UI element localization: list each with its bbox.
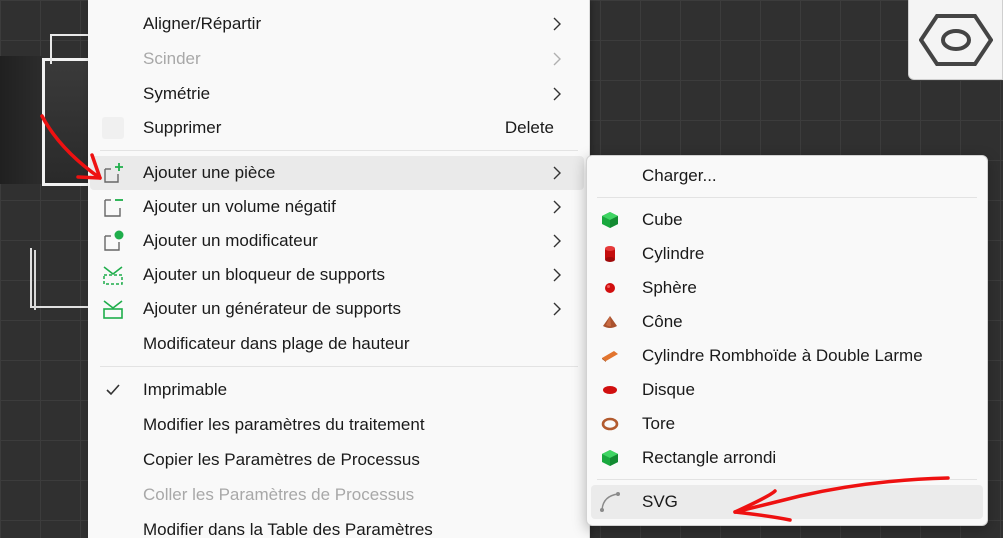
menu-separator xyxy=(100,150,578,151)
menu-item-label: Aligner/Répartir xyxy=(143,14,262,33)
red-cylinder-icon xyxy=(599,243,621,265)
menu-item-label: Ajouter un modificateur xyxy=(143,231,318,250)
chevron-right-icon xyxy=(550,86,564,102)
submenu-item-cone[interactable]: Cône xyxy=(591,305,983,339)
chevron-right-icon xyxy=(550,233,564,249)
submenu-item-label: Cylindre Rombhoïde à Double Larme xyxy=(642,346,923,365)
red-sphere-icon xyxy=(599,277,621,299)
model-outline xyxy=(30,248,88,308)
menu-item-split[interactable]: Scinder xyxy=(90,42,584,76)
menu-item-label: Ajouter une pièce xyxy=(143,163,276,182)
menu-item-edit-in-parameter-table[interactable]: Modifier dans la Table des Paramètres xyxy=(90,513,584,538)
menu-item-printable[interactable]: Imprimable xyxy=(90,373,584,407)
submenu-item-label: Sphère xyxy=(642,278,697,297)
green-cube-icon xyxy=(599,209,621,231)
submenu-item-label: Tore xyxy=(642,414,676,433)
menu-item-label: Ajouter un générateur de supports xyxy=(143,299,402,318)
green-rounded-rect-icon xyxy=(599,447,621,469)
menu-item-label: Ajouter un volume négatif xyxy=(143,197,336,216)
submenu-item-label: Charger... xyxy=(642,166,717,185)
add-negative-volume-icon xyxy=(102,196,124,218)
menu-item-height-range-modifier[interactable]: Modificateur dans plage de hauteur xyxy=(90,327,584,361)
menu-item-add-support-enforcer[interactable]: Ajouter un générateur de supports xyxy=(90,292,584,326)
submenu-item-torus[interactable]: Tore xyxy=(591,407,983,441)
menu-separator xyxy=(597,479,977,480)
chevron-right-icon xyxy=(550,165,564,181)
model-object-dark[interactable] xyxy=(0,56,42,184)
menu-item-add-support-blocker[interactable]: Ajouter un bloqueur de supports xyxy=(90,258,584,292)
menu-item-add-negative-volume[interactable]: Ajouter un volume négatif xyxy=(90,190,584,224)
add-part-icon xyxy=(102,162,124,184)
menu-item-label: Modificateur dans plage de hauteur xyxy=(143,334,410,353)
submenu-item-label: Rectangle arrondi xyxy=(642,448,777,467)
submenu-item-label: SVG xyxy=(642,492,678,511)
menu-item-delete[interactable]: Supprimer Delete xyxy=(90,111,584,145)
context-menu: Aligner/Répartir Scinder Symétrie Suppri… xyxy=(88,0,590,538)
menu-separator xyxy=(100,366,578,367)
menu-item-label: Modifier les paramètres du traitement xyxy=(143,415,425,434)
menu-separator xyxy=(597,197,977,198)
checkmark-icon xyxy=(102,379,124,401)
chevron-right-icon xyxy=(550,267,564,283)
submenu-item-load[interactable]: Charger... xyxy=(591,159,983,193)
add-modifier-icon xyxy=(102,230,124,252)
menu-item-label: Scinder xyxy=(143,49,201,68)
add-part-submenu: Charger... Cube Cylindre Sphère Cône Cyl… xyxy=(586,155,988,526)
menu-item-copy-process-settings[interactable]: Copier les Paramètres de Processus xyxy=(90,443,584,477)
menu-item-align-distribute[interactable]: Aligner/Répartir xyxy=(90,7,584,41)
view-cube[interactable] xyxy=(908,0,1003,80)
shortcut-label: Delete xyxy=(504,118,554,137)
red-disc-icon xyxy=(599,379,621,401)
submenu-item-cube[interactable]: Cube xyxy=(591,203,983,237)
torus-icon xyxy=(599,413,621,435)
model-outline xyxy=(50,34,90,64)
chevron-right-icon xyxy=(550,199,564,215)
orange-bar-icon xyxy=(599,345,621,367)
menu-item-edit-process-settings[interactable]: Modifier les paramètres du traitement xyxy=(90,408,584,442)
model-outline xyxy=(34,250,38,310)
submenu-item-rhombic-teardrop[interactable]: Cylindre Rombhoïde à Double Larme xyxy=(591,339,983,373)
support-enforcer-icon xyxy=(102,298,124,320)
menu-item-label: Imprimable xyxy=(143,380,228,399)
chevron-right-icon xyxy=(550,301,564,317)
chevron-right-icon xyxy=(550,51,564,67)
hexagon-nut-icon xyxy=(918,13,993,66)
menu-item-label: Symétrie xyxy=(143,84,211,103)
submenu-item-rounded-rectangle[interactable]: Rectangle arrondi xyxy=(591,441,983,475)
menu-item-label: Modifier dans la Table des Paramètres xyxy=(143,520,433,538)
submenu-item-label: Disque xyxy=(642,380,695,399)
delete-icon-placeholder xyxy=(102,117,124,139)
menu-item-add-modifier[interactable]: Ajouter un modificateur xyxy=(90,224,584,258)
submenu-item-sphere[interactable]: Sphère xyxy=(591,271,983,305)
menu-item-label: Supprimer xyxy=(143,118,222,137)
chevron-right-icon xyxy=(550,16,564,32)
brown-cone-icon xyxy=(599,311,621,333)
submenu-item-cylinder[interactable]: Cylindre xyxy=(591,237,983,271)
menu-item-label: Coller les Paramètres de Processus xyxy=(143,485,415,504)
submenu-item-label: Cône xyxy=(642,312,683,331)
submenu-item-label: Cylindre xyxy=(642,244,705,263)
svg-curve-icon xyxy=(599,491,621,513)
submenu-item-label: Cube xyxy=(642,210,683,229)
menu-item-label: Copier les Paramètres de Processus xyxy=(143,450,420,469)
submenu-item-disc[interactable]: Disque xyxy=(591,373,983,407)
submenu-item-svg[interactable]: SVG xyxy=(591,485,983,519)
menu-item-mirror[interactable]: Symétrie xyxy=(90,77,584,111)
menu-item-label: Ajouter un bloqueur de supports xyxy=(143,265,385,284)
menu-item-paste-process-settings[interactable]: Coller les Paramètres de Processus xyxy=(90,478,584,512)
support-blocker-icon xyxy=(102,264,124,286)
menu-item-add-part[interactable]: Ajouter une pièce xyxy=(90,156,584,190)
